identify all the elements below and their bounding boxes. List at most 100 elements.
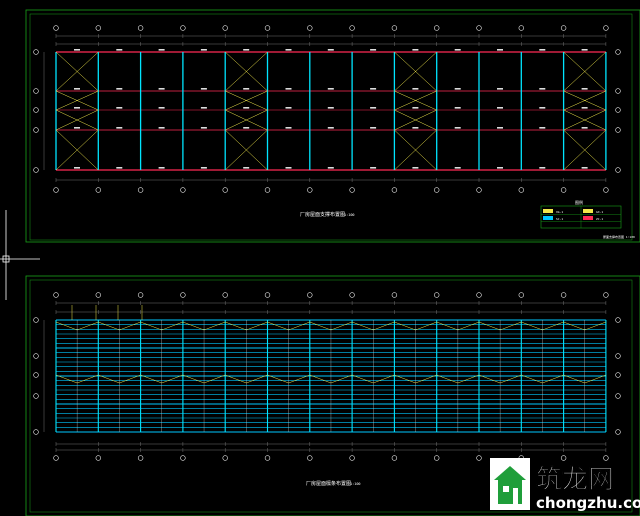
member-tag [285,107,292,109]
grid-axis-bubble [53,187,59,193]
sag-rod [584,321,606,331]
member-tag [200,107,207,109]
grid-axis-bubble [222,292,228,298]
grid-axis-bubble [603,187,609,193]
row-axis-bubble [33,317,39,323]
bottom-plan-drawing [33,292,621,461]
member-tag [200,88,207,90]
row-axis-bubble [615,429,621,435]
grid-axis-bubble [307,292,313,298]
sag-rod [436,321,458,331]
sag-rod [500,321,522,331]
member-tag [497,49,503,51]
member-tag [74,167,80,169]
grid-axis-bubble [518,25,524,31]
member-tag [116,107,123,109]
top-plan-scale: 1:100 [344,213,355,217]
member-tag [327,49,334,51]
top-plan-drawing [33,25,621,193]
member-tag [412,49,419,51]
grid-axis-bubble [476,455,482,461]
member-tag [158,167,165,169]
member-tag [581,49,588,51]
sag-rod [98,321,120,331]
sag-rod [246,321,268,331]
grid-axis-bubble [476,25,482,31]
grid-axis-bubble [137,187,144,193]
member-tag [497,127,503,129]
member-tag [539,127,546,129]
member-tag [454,88,461,90]
member-tag [74,107,80,109]
member-tag [327,127,334,129]
sag-rod [267,321,289,331]
row-axis-bubble [615,107,621,113]
sag-rod [182,321,205,331]
member-tag [412,88,419,90]
grid-axis-bubble [349,455,355,461]
grid-axis-bubble [307,187,313,193]
row-axis-bubble [615,372,621,378]
member-tag [454,127,461,129]
member-tag [116,88,123,90]
top-plan-title: 厂房屋面支撑布置图 [300,211,345,218]
member-tag [454,49,461,51]
watermark-logo: 筑龙网 chongzhu.com [490,458,640,512]
member-tag [285,167,292,169]
member-tag [285,49,292,51]
grid-axis-bubble [137,292,144,298]
grid-axis-bubble [264,455,271,461]
sag-rod [415,321,437,331]
sag-rod [309,321,332,331]
member-tag [370,107,377,109]
sag-rod [140,321,162,331]
member-tag [497,88,503,90]
grid-axis-bubble [307,455,313,461]
cad-crosshair-cursor[interactable] [0,210,40,300]
member-tag [581,107,588,109]
sag-rod [161,321,183,331]
row-axis-bubble [615,167,621,173]
member-tag [243,49,250,51]
grid-axis-bubble [476,187,482,193]
grid-axis-bubble [137,25,144,31]
sag-rod [373,321,395,331]
member-tag [116,167,123,169]
member-tag [370,49,377,51]
sag-rod [521,321,543,331]
row-axis-bubble [33,393,39,399]
member-tag [158,49,165,51]
grid-axis-bubble [518,187,524,193]
row-axis-bubble [33,167,39,173]
member-tag [74,49,80,51]
grid-axis-bubble [53,455,59,461]
member-tag [370,127,377,129]
sag-rod [55,321,78,331]
member-tag [158,127,165,129]
sag-rod [288,321,310,331]
member-tag [497,167,503,169]
grid-axis-bubble [137,455,144,461]
row-axis-bubble [33,429,39,435]
member-tag [497,107,503,109]
cad-drawing-canvas[interactable]: 厂房屋面支撑布置图 1:100 屋面支撑布置图 1:100 图例 XG-1 SC… [0,0,640,516]
member-tag [370,167,377,169]
grid-axis-bubble [180,25,186,31]
legend-title: 图例 [575,199,583,205]
grid-axis-bubble [180,292,186,298]
sag-rod [352,321,374,331]
member-tag [327,88,334,90]
member-tag [116,127,123,129]
grid-axis-bubble [391,187,398,193]
member-tag [74,88,80,90]
member-tag [539,49,546,51]
top-plan-stamp: 屋面支撑布置图 1:100 [603,234,635,239]
bottom-plan-title: 厂房屋面檩条布置图 [306,480,351,487]
row-axis-bubble [33,353,39,359]
member-tag [116,49,123,51]
grid-axis-bubble [603,292,609,298]
row-axis-bubble [33,49,39,55]
grid-axis-bubble [349,187,355,193]
grid-axis-bubble [391,455,398,461]
grid-axis-bubble [95,455,102,461]
